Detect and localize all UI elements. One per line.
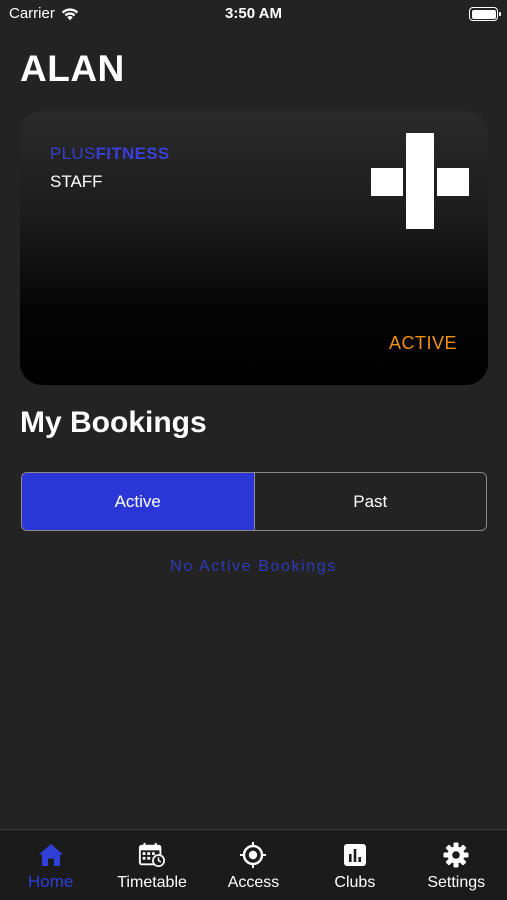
calendar-icon bbox=[139, 842, 166, 868]
bookings-segmented-control: Active Past bbox=[21, 472, 487, 531]
battery-icon bbox=[469, 7, 501, 21]
home-screen: Carrier 3:50 AM ALAN PLUSFITNESS STAFF A… bbox=[0, 0, 507, 900]
bottom-tab-bar: Home Timetable Access Clubs Settings bbox=[0, 829, 507, 900]
plus-icon bbox=[371, 133, 469, 229]
empty-bookings-message: No Active Bookings bbox=[170, 558, 337, 575]
tab-home[interactable]: Home bbox=[0, 830, 101, 900]
tab-timetable-label: Timetable bbox=[117, 874, 187, 891]
bookings-title: My Bookings bbox=[20, 406, 207, 439]
brand-fitness: FITNESS bbox=[95, 144, 170, 163]
tab-timetable[interactable]: Timetable bbox=[101, 830, 202, 900]
tab-active-bookings[interactable]: Active bbox=[22, 473, 254, 530]
home-icon bbox=[38, 844, 63, 866]
tab-past-bookings[interactable]: Past bbox=[253, 473, 486, 530]
gear-icon bbox=[443, 842, 469, 868]
member-name: ALAN bbox=[20, 48, 125, 89]
tab-access-label: Access bbox=[227, 874, 280, 891]
membership-status: ACTIVE bbox=[388, 333, 457, 353]
member-type: STAFF bbox=[50, 172, 103, 191]
brand-plus: PLUS bbox=[50, 144, 96, 163]
tab-settings-label: Settings bbox=[427, 874, 486, 891]
tab-home-label: Home bbox=[28, 872, 74, 891]
tab-clubs[interactable]: Clubs bbox=[304, 830, 405, 900]
status-bar: Carrier 3:50 AM bbox=[0, 0, 507, 28]
tab-settings[interactable]: Settings bbox=[406, 830, 507, 900]
membership-card[interactable]: PLUSFITNESS STAFF ACTIVE bbox=[20, 111, 488, 385]
target-icon bbox=[240, 842, 267, 868]
brand-logo-text: PLUSFITNESS bbox=[50, 144, 170, 164]
tab-clubs-label: Clubs bbox=[334, 874, 376, 891]
tab-access[interactable]: Access bbox=[203, 830, 304, 900]
chart-icon bbox=[343, 844, 366, 866]
status-time: 3:50 AM bbox=[225, 5, 282, 22]
